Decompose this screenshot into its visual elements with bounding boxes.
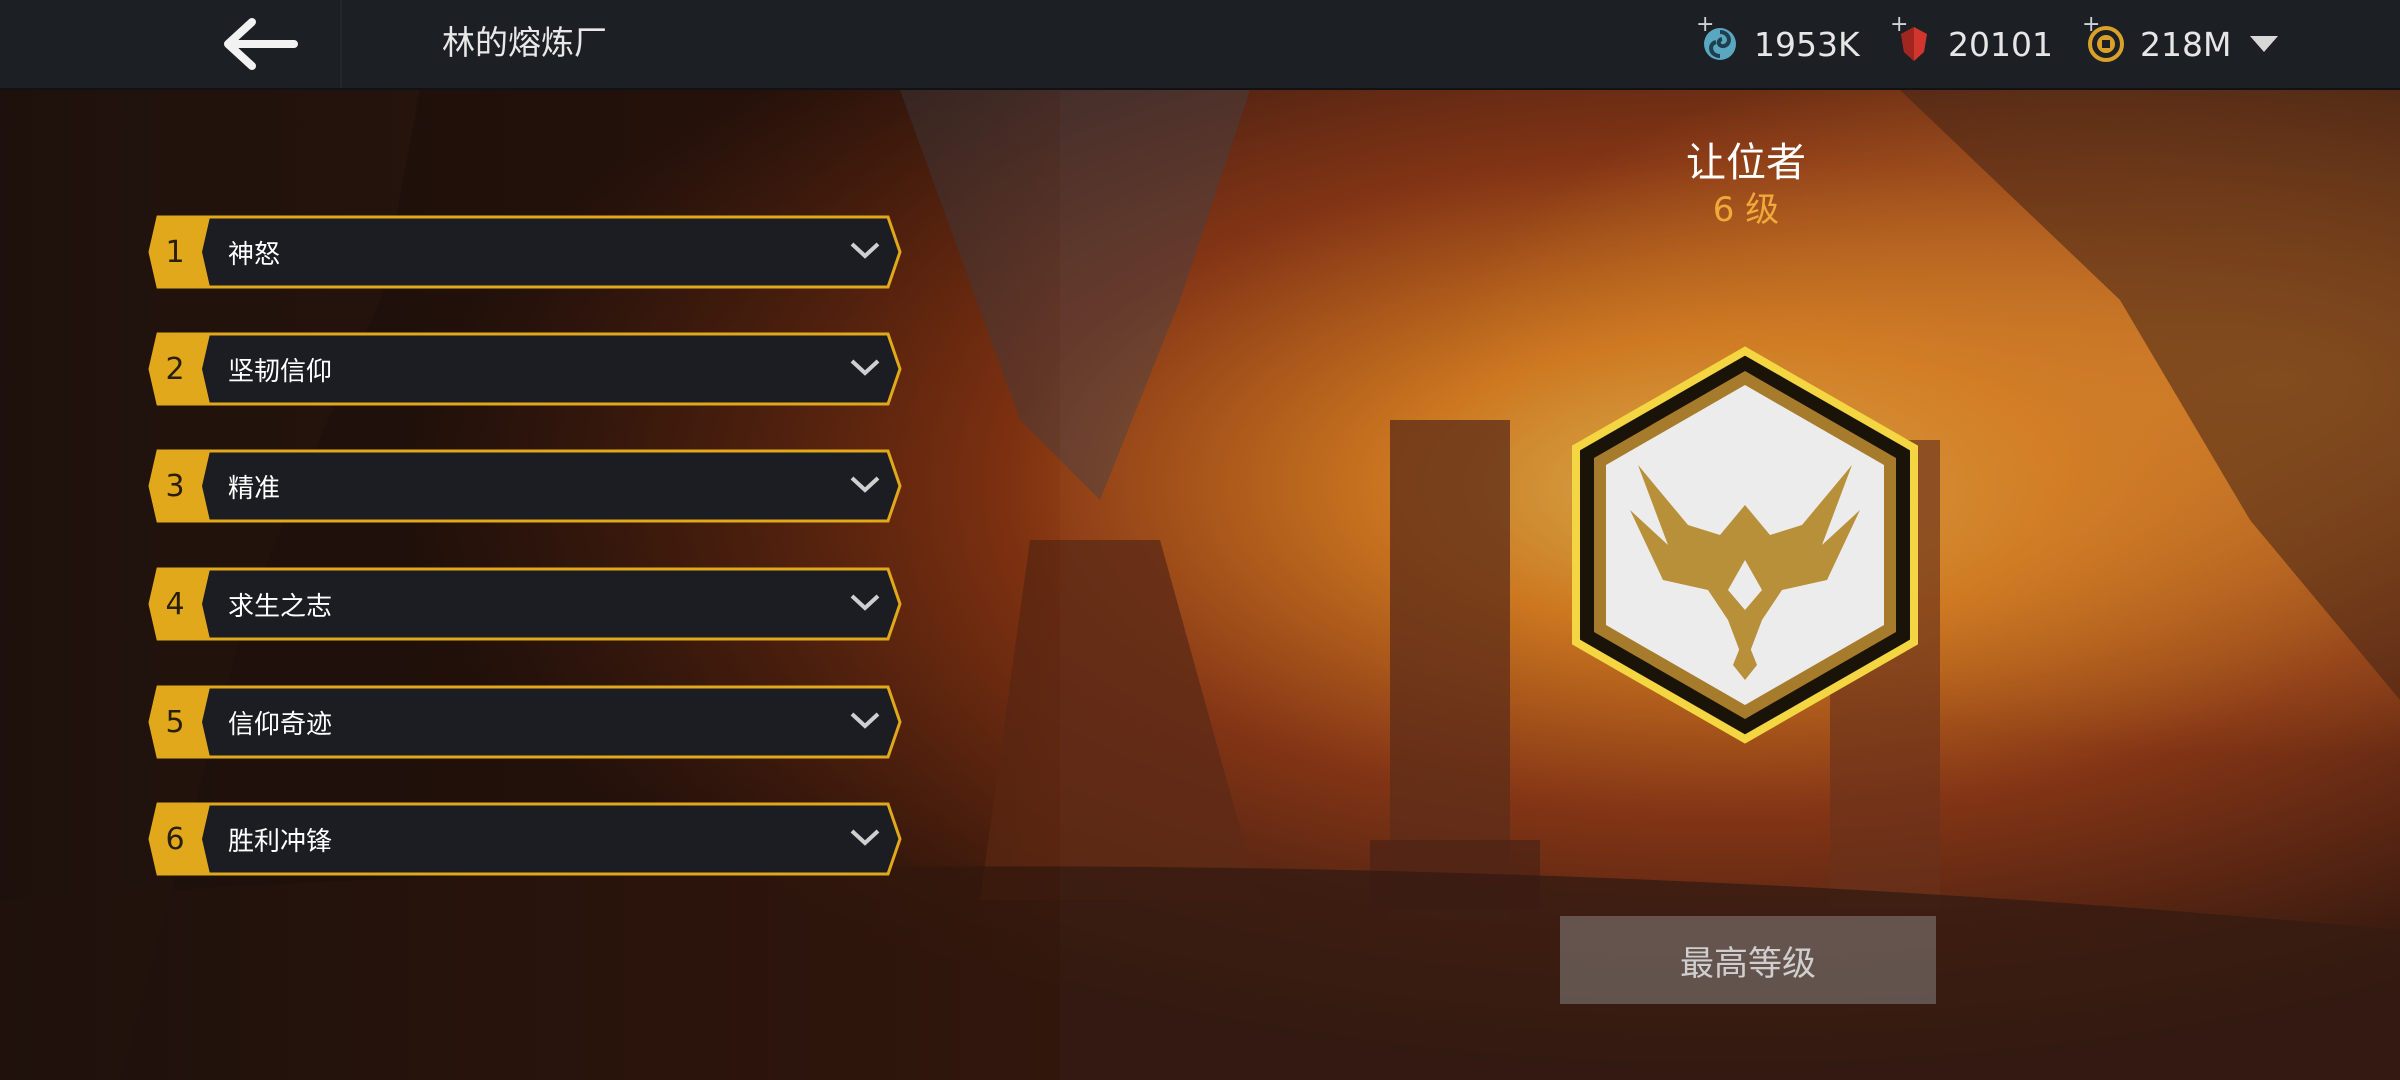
plus-icon[interactable]: + — [1890, 14, 1908, 36]
item-number: 2 — [165, 351, 185, 387]
rank-level: 6 级 — [1712, 190, 1780, 230]
back-button[interactable] — [205, 8, 315, 80]
item-label: 神怒 — [228, 239, 281, 270]
item-number: 3 — [165, 468, 185, 504]
chevron-down-icon — [850, 712, 880, 729]
resource-coin[interactable]: + 218M — [2082, 14, 2232, 74]
page-title: 林的熔炼厂 — [442, 23, 607, 62]
top-bar: 林的熔炼厂 + 1953K + 20101 + 218M — [0, 0, 2400, 90]
chevron-down-icon — [850, 829, 880, 846]
resource-energy[interactable]: + 1953K — [1696, 14, 1860, 74]
item-label: 求生之志 — [228, 591, 333, 622]
list-item[interactable]: 6 胜利冲锋 — [148, 801, 904, 877]
resource-value: 1953K — [1754, 24, 1860, 64]
plus-icon[interactable]: + — [2082, 14, 2100, 36]
max-level-button[interactable]: 最高等级 — [1560, 916, 1936, 1004]
chevron-down-icon — [850, 359, 880, 376]
dropdown-triangle-icon[interactable] — [2244, 26, 2284, 62]
list-item[interactable]: 3 精准 — [148, 448, 904, 524]
chevron-down-icon — [850, 594, 880, 611]
plus-icon[interactable]: + — [1696, 14, 1714, 36]
chevron-down-icon — [850, 242, 880, 259]
divider — [340, 0, 342, 88]
list-item[interactable]: 1 神怒 — [148, 214, 904, 290]
item-label: 精准 — [228, 473, 281, 504]
list-item[interactable]: 2 坚韧信仰 — [148, 331, 904, 407]
item-label: 坚韧信仰 — [228, 356, 333, 387]
rank-name: 让位者 — [1686, 140, 1806, 186]
item-number: 5 — [165, 704, 185, 740]
resource-value: 20101 — [1948, 24, 2053, 64]
back-arrow-icon — [224, 18, 298, 70]
item-label: 胜利冲锋 — [228, 826, 333, 857]
item-number: 1 — [165, 234, 185, 270]
item-number: 6 — [165, 821, 185, 857]
item-label: 信仰奇迹 — [228, 709, 333, 740]
chevron-down-icon — [850, 476, 880, 493]
item-number: 4 — [165, 586, 185, 622]
eagle-hexagon-badge-icon — [1572, 346, 1918, 744]
resource-gem[interactable]: + 20101 — [1890, 14, 2053, 74]
resource-value: 218M — [2140, 24, 2232, 64]
list-item[interactable]: 4 求生之志 — [148, 566, 904, 642]
list-item[interactable]: 5 信仰奇迹 — [148, 684, 904, 760]
